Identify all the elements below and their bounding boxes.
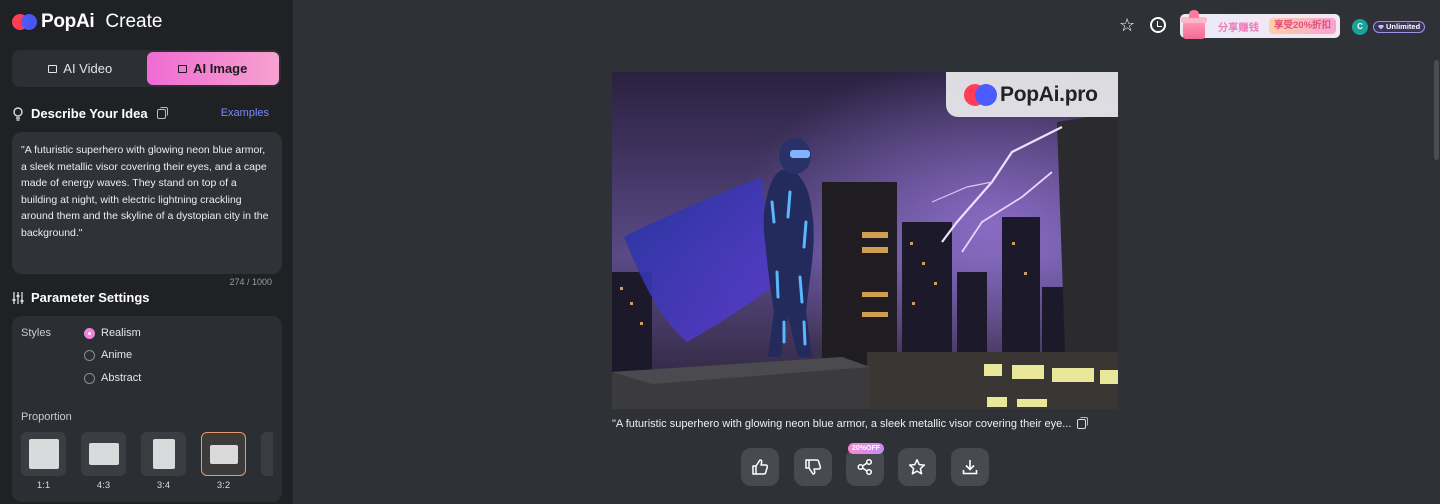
prompt-textarea[interactable]: "A futuristic superhero with glowing neo… <box>12 132 282 274</box>
parameter-panel: Styles Realism Anime Abstract Proportion <box>12 316 282 502</box>
style-option-abstract[interactable]: Abstract <box>84 372 141 384</box>
ratio-wide-icon <box>209 444 238 464</box>
ratio-option-3-4[interactable] <box>141 432 186 476</box>
copy-caption-icon[interactable] <box>1077 417 1089 429</box>
user-avatar[interactable]: C <box>1352 19 1368 35</box>
radio-checked-icon <box>84 327 95 339</box>
superhero-image <box>612 72 1118 409</box>
history-icon[interactable] <box>1150 17 1166 33</box>
style-option-label: Realism <box>101 327 141 339</box>
character-counter: 274 / 1000 <box>229 277 272 287</box>
proportion-label: Proportion <box>21 411 72 423</box>
tab-ai-video-label: AI Video <box>63 61 113 76</box>
style-option-label: Anime <box>101 349 133 361</box>
tab-ai-image-label: AI Image <box>193 61 248 76</box>
ratio-option-1-1[interactable] <box>21 432 66 476</box>
popai-logo-icon <box>12 12 38 32</box>
sidebar: PopAi Create AI Video AI Image Describe … <box>0 0 294 504</box>
ratio-portrait-icon <box>152 439 175 469</box>
favorite-button[interactable] <box>898 448 936 486</box>
watermark-text: PopAi.pro <box>1000 82 1098 106</box>
generated-image[interactable] <box>612 72 1118 409</box>
scrollbar-thumb[interactable] <box>1434 60 1439 160</box>
video-icon <box>48 64 58 73</box>
download-button[interactable] <box>951 448 989 486</box>
style-option-realism[interactable]: Realism <box>84 327 141 339</box>
ratio-label: 3:2 <box>216 480 231 491</box>
style-option-anime[interactable]: Anime <box>84 349 132 361</box>
ratio-option-3-2[interactable] <box>201 432 246 476</box>
ratio-option-4-3[interactable] <box>81 432 126 476</box>
radio-unchecked-icon <box>84 349 95 361</box>
popai-watermark: PopAi.pro <box>946 72 1118 117</box>
ratio-label: 4:3 <box>96 480 111 491</box>
caption-text: "A futuristic superhero with glowing neo… <box>612 418 1072 430</box>
favorites-star-icon[interactable]: ☆ <box>1119 16 1137 34</box>
describe-title: Describe Your Idea <box>31 106 148 121</box>
star-icon <box>908 459 926 475</box>
plan-badge[interactable]: Unlimited <box>1373 21 1426 33</box>
ratio-landscape-icon <box>88 443 119 465</box>
plan-label: Unlimited <box>1386 22 1421 31</box>
promo-text: 分享赚钱 <box>1218 23 1260 34</box>
dislike-button[interactable] <box>794 448 832 486</box>
ratio-label: 1:1 <box>36 480 51 491</box>
promo-discount-badge: 享受20%折扣 <box>1269 18 1337 34</box>
image-icon <box>178 64 188 73</box>
mode-switch: AI Video AI Image <box>12 50 281 87</box>
popai-watermark-logo-icon <box>964 82 998 108</box>
ratio-square-icon <box>28 439 59 469</box>
style-option-label: Abstract <box>101 372 142 384</box>
gift-box-icon <box>1179 9 1209 41</box>
parameter-title: Parameter Settings <box>31 290 150 305</box>
tab-ai-image[interactable]: AI Image <box>146 52 279 85</box>
brand-name: PopAi <box>41 11 95 32</box>
styles-label: Styles <box>21 327 51 339</box>
thumbs-down-icon <box>805 459 822 475</box>
app-window: PopAi Create AI Video AI Image Describe … <box>0 0 1440 504</box>
ratio-label: 3:4 <box>156 480 171 491</box>
brand-header: PopAi Create <box>12 9 162 35</box>
radio-unchecked-icon <box>84 372 95 384</box>
thumbs-up-icon <box>752 459 769 475</box>
ratio-option-more[interactable] <box>261 432 273 476</box>
copy-icon[interactable] <box>156 106 168 119</box>
referral-promo-banner[interactable]: 分享赚钱 享受20%折扣 <box>1180 10 1340 39</box>
tab-ai-video[interactable]: AI Video <box>14 52 147 85</box>
lightbulb-icon <box>13 106 23 121</box>
section-title: Create <box>105 11 163 32</box>
download-icon <box>962 460 978 475</box>
like-button[interactable] <box>741 448 779 486</box>
examples-link[interactable]: Examples <box>221 107 269 119</box>
diamond-icon <box>1378 24 1384 30</box>
sliders-icon <box>12 291 24 304</box>
image-caption: "A futuristic superhero with glowing neo… <box>612 417 1118 430</box>
describe-heading: Describe Your Idea <box>12 106 168 121</box>
share-discount-badge: 20%OFF <box>848 443 885 454</box>
share-icon <box>857 458 873 476</box>
parameter-heading: Parameter Settings <box>12 290 150 305</box>
